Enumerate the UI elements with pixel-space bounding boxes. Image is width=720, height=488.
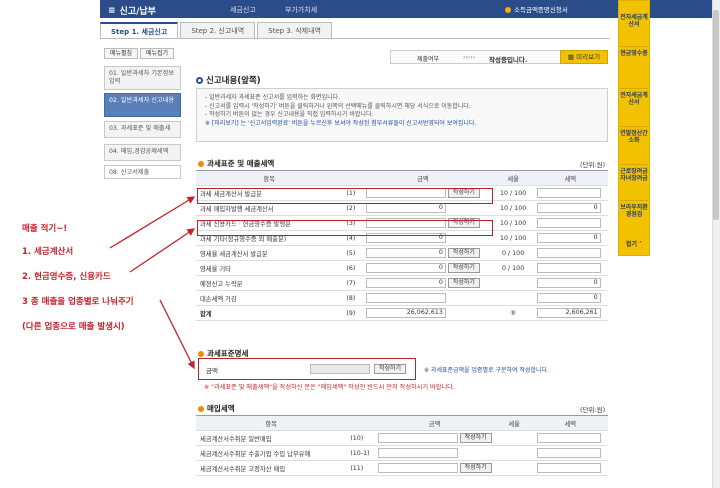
scrollbar-thumb[interactable] bbox=[713, 10, 719, 220]
quick-item-cash-receipt[interactable]: 현금영수증 bbox=[620, 46, 648, 72]
arrow-to-base-detail bbox=[159, 299, 195, 370]
arrow-to-tax-invoice bbox=[109, 196, 196, 249]
quick-collapse-button[interactable]: 접기 ˄ bbox=[620, 241, 648, 248]
quick-item-incentive[interactable]: 근로장려금자녀장려금 bbox=[620, 164, 648, 182]
chevron-up-icon: ˄ bbox=[636, 241, 643, 248]
arrow-to-card-receipt bbox=[129, 228, 196, 273]
annotation-arrows bbox=[109, 196, 196, 370]
quick-item-einvoice-2[interactable]: 전자세금계산서 bbox=[620, 88, 648, 106]
quick-item-einvoice[interactable]: 전자세금계산서 bbox=[620, 14, 648, 28]
quick-item-yearend[interactable]: 연말정산간소화 bbox=[620, 126, 648, 144]
quick-item-browser-check[interactable]: 브라우저환경점검 bbox=[620, 200, 648, 218]
